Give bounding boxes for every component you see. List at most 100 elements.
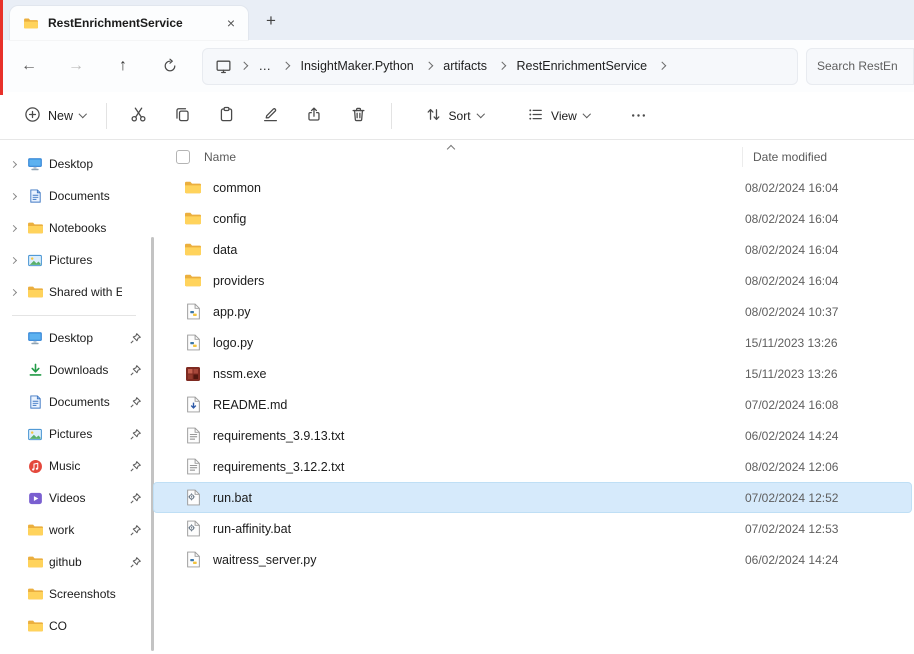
toolbar: New Sort View [0, 92, 914, 140]
tab-close-icon[interactable]: × [220, 12, 242, 34]
sidebar-item-music[interactable]: Music [1, 450, 147, 482]
file-row[interactable]: run-affinity.bat07/02/2024 12:53 [153, 513, 912, 544]
chevron-right-icon[interactable] [9, 192, 16, 199]
file-date-modified: 08/02/2024 16:04 [739, 243, 911, 257]
sort-button[interactable]: Sort [416, 99, 493, 133]
sidebar-item-label: CO [49, 619, 122, 633]
more-options-button[interactable] [620, 98, 656, 134]
navigation-bar: ← → ↑ … InsightMaker.Python artifacts Rest… [0, 40, 914, 92]
txt-file-icon [184, 458, 202, 476]
file-row[interactable]: requirements_3.9.13.txt06/02/2024 14:24 [153, 420, 912, 451]
list-header: Name Date modified [148, 142, 914, 172]
sidebar-item-work[interactable]: work [1, 514, 147, 546]
sidebar-item-notebooks[interactable]: Notebooks [1, 212, 147, 244]
tab-bar: RestEnrichmentService × + [0, 0, 914, 40]
share-icon [306, 106, 323, 126]
sidebar-divider [12, 315, 136, 316]
select-all-checkbox[interactable] [176, 150, 190, 164]
up-button[interactable]: ↑ [104, 48, 142, 84]
sidebar-item-desktop[interactable]: Desktop [1, 148, 147, 180]
sidebar-item-label: Documents [49, 189, 122, 203]
delete-button[interactable] [339, 98, 379, 134]
file-row[interactable]: app.py08/02/2024 10:37 [153, 296, 912, 327]
column-header-name[interactable]: Name [204, 150, 742, 164]
sidebar-item-github[interactable]: github [1, 546, 147, 578]
breadcrumb-segment[interactable]: artifacts [436, 54, 494, 78]
file-date-modified: 08/02/2024 10:37 [739, 305, 911, 319]
file-row[interactable]: logo.py15/11/2023 13:26 [153, 327, 912, 358]
copy-button[interactable] [163, 98, 203, 134]
breadcrumb-ellipsis[interactable]: … [252, 54, 279, 78]
chevron-right-icon [282, 62, 290, 70]
explorer-tab[interactable]: RestEnrichmentService × [10, 6, 248, 40]
folder-icon [26, 219, 44, 237]
refresh-button[interactable] [151, 48, 189, 84]
exe-file-icon [184, 365, 202, 383]
forward-button[interactable]: → [57, 48, 95, 84]
breadcrumb: … InsightMaker.Python artifacts RestEnrich… [202, 48, 798, 85]
chevron-down-icon [583, 110, 591, 118]
new-button-label: New [48, 109, 73, 123]
pin-icon [127, 556, 144, 569]
chevron-right-icon[interactable] [9, 160, 16, 167]
file-row[interactable]: providers08/02/2024 16:04 [153, 265, 912, 296]
this-pc-icon[interactable] [211, 58, 236, 75]
videos-icon [26, 489, 44, 507]
file-row[interactable]: README.md07/02/2024 16:08 [153, 389, 912, 420]
sidebar-item-documents[interactable]: Documents [1, 386, 147, 418]
column-header-date-modified[interactable]: Date modified [742, 147, 914, 167]
sidebar-item-label: Music [49, 459, 122, 473]
sidebar-item-co[interactable]: CO [1, 610, 147, 642]
sidebar-item-downloads[interactable]: Downloads [1, 354, 147, 386]
sidebar-item-pictures[interactable]: Pictures [1, 418, 147, 450]
file-name: README.md [213, 398, 739, 412]
file-name: logo.py [213, 336, 739, 350]
file-name: providers [213, 274, 739, 288]
breadcrumb-segment[interactable]: InsightMaker.Python [294, 54, 421, 78]
toolbar-divider [391, 103, 392, 129]
sidebar-item-documents[interactable]: Documents [1, 180, 147, 212]
sidebar-item-label: Videos [49, 491, 122, 505]
file-date-modified: 08/02/2024 16:04 [739, 181, 911, 195]
sidebar-item-label: Desktop [49, 331, 122, 345]
md-file-icon [184, 396, 202, 414]
new-button[interactable]: New [14, 99, 96, 133]
chevron-right-icon[interactable] [9, 288, 16, 295]
sort-button-label: Sort [449, 109, 471, 123]
file-row[interactable]: waitress_server.py06/02/2024 14:24 [153, 544, 912, 575]
folder-icon [184, 272, 202, 290]
sidebar-item-shared-with-ev[interactable]: Shared with Ev [1, 276, 147, 308]
breadcrumb-segment[interactable]: RestEnrichmentService [510, 54, 655, 78]
pin-icon [127, 428, 144, 441]
file-row[interactable]: config08/02/2024 16:04 [153, 203, 912, 234]
sidebar-item-pictures[interactable]: Pictures [1, 244, 147, 276]
sidebar-item-screenshots[interactable]: Screenshots [1, 578, 147, 610]
cut-icon [130, 106, 147, 126]
folder-icon [26, 283, 44, 301]
sidebar-item-desktop[interactable]: Desktop [1, 322, 147, 354]
rename-button[interactable] [251, 98, 291, 134]
desktop-icon [26, 155, 44, 173]
file-row[interactable]: data08/02/2024 16:04 [153, 234, 912, 265]
py-file-icon [184, 303, 202, 321]
file-row[interactable]: requirements_3.12.2.txt08/02/2024 12:06 [153, 451, 912, 482]
share-button[interactable] [295, 98, 335, 134]
search-input[interactable] [817, 59, 903, 73]
file-date-modified: 07/02/2024 12:52 [739, 491, 911, 505]
back-button[interactable]: ← [10, 48, 48, 84]
chevron-down-icon [476, 110, 484, 118]
new-tab-button[interactable]: + [258, 8, 284, 34]
file-row[interactable]: run.bat07/02/2024 12:52 [153, 482, 912, 513]
chevron-right-icon[interactable] [9, 256, 16, 263]
py-file-icon [184, 334, 202, 352]
pictures-icon [26, 425, 44, 443]
view-button[interactable]: View [518, 99, 598, 133]
cut-button[interactable] [119, 98, 159, 134]
paste-button[interactable] [207, 98, 247, 134]
file-row[interactable]: nssm.exe15/11/2023 13:26 [153, 358, 912, 389]
sidebar-item-videos[interactable]: Videos [1, 482, 147, 514]
chevron-right-icon[interactable] [9, 224, 16, 231]
file-row[interactable]: common08/02/2024 16:04 [153, 172, 912, 203]
new-plus-icon [24, 106, 41, 126]
file-date-modified: 08/02/2024 16:04 [739, 212, 911, 226]
